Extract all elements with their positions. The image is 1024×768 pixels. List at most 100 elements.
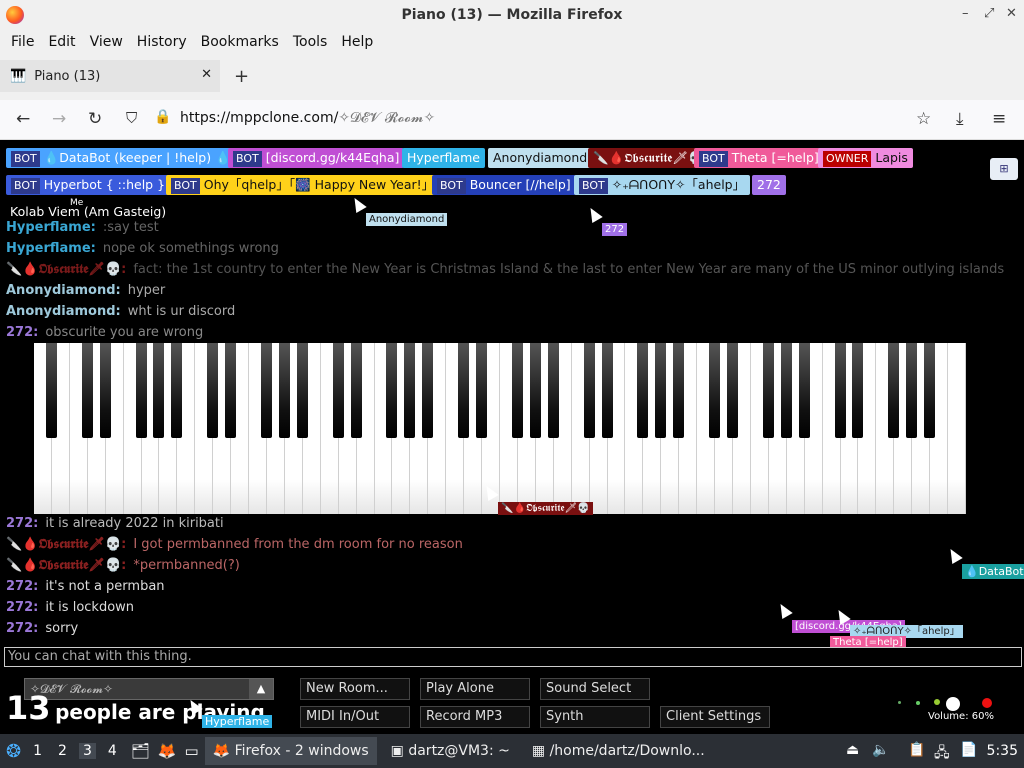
taskbar-files[interactable]: ▦ /home/dartz/Downlo...	[524, 737, 713, 765]
play-alone-button[interactable]: Play Alone	[420, 678, 530, 700]
piano-black-key[interactable]	[278, 343, 290, 438]
taskbar-terminal[interactable]: ▣ dartz@VM3: ~	[383, 737, 518, 765]
piano-black-key[interactable]	[153, 343, 165, 438]
menu-file[interactable]: File	[4, 34, 41, 50]
piano-black-key[interactable]	[709, 343, 721, 438]
piano-black-key[interactable]	[350, 343, 362, 438]
piano-black-key[interactable]	[171, 343, 183, 438]
piano-black-key[interactable]	[655, 343, 667, 438]
workspace-3[interactable]: 3	[78, 743, 96, 759]
record-mp3-button[interactable]: Record MP3	[420, 706, 530, 728]
terminal-launcher-icon[interactable]: ▭	[185, 742, 199, 760]
firefox-launcher-icon[interactable]: 🦊	[158, 742, 177, 760]
notes-icon[interactable]: 📄	[960, 742, 977, 758]
close-window-icon[interactable]: ✕	[1006, 6, 1017, 21]
user-badge[interactable]: BOT Theta [=help]	[694, 148, 824, 168]
menu-edit[interactable]: Edit	[41, 34, 82, 50]
user-badge[interactable]: BOT ✧₊ᗩᑎOᑎY✧「ahelp」	[574, 175, 751, 195]
sound-select-button[interactable]: Sound Select	[540, 678, 650, 700]
file-manager-icon[interactable]: 🗂	[131, 742, 150, 760]
shield-icon[interactable]: ⛉	[126, 109, 137, 127]
forward-icon[interactable]: →	[52, 109, 66, 129]
minimize-icon[interactable]: –	[962, 6, 969, 21]
piano-black-key[interactable]	[906, 343, 918, 438]
piano-black-key[interactable]	[924, 343, 936, 438]
volume-slider[interactable]	[896, 697, 992, 711]
menu-help[interactable]: Help	[334, 34, 380, 50]
chat-text: it is lockdown	[45, 600, 135, 615]
user-badge[interactable]: Anonydiamond	[488, 148, 593, 168]
piano-black-key[interactable]	[135, 343, 147, 438]
piano-black-key[interactable]	[404, 343, 416, 438]
piano-black-key[interactable]	[798, 343, 810, 438]
hamburger-menu-icon[interactable]: ≡	[992, 109, 1006, 129]
piano-black-key[interactable]	[81, 343, 93, 438]
start-menu-icon[interactable]: ❂	[6, 741, 21, 762]
piano-black-key[interactable]	[296, 343, 308, 438]
side-toggle-icon[interactable]: ⊞	[990, 158, 1018, 180]
piano-black-key[interactable]	[852, 343, 864, 438]
user-badge[interactable]: BOT Ohy「qhelp」「🎆 Happy New Year!」	[166, 175, 440, 195]
workspace-2[interactable]: 2	[54, 743, 71, 759]
piano-black-key[interactable]	[762, 343, 774, 438]
user-badge[interactable]: OWNER Lapis	[818, 148, 913, 168]
piano-black-key[interactable]	[45, 343, 57, 438]
menu-bookmarks[interactable]: Bookmarks	[194, 34, 286, 50]
tab-piano[interactable]: 🎹 Piano (13) ✕	[0, 60, 220, 92]
reload-icon[interactable]: ↻	[88, 109, 102, 129]
piano-black-key[interactable]	[225, 343, 237, 438]
piano-black-key[interactable]	[511, 343, 523, 438]
client-settings-button[interactable]: Client Settings	[660, 706, 770, 728]
piano-black-key[interactable]	[780, 343, 792, 438]
workspace-1[interactable]: 1	[29, 743, 46, 759]
piano-black-key[interactable]	[888, 343, 900, 438]
piano-black-key[interactable]	[386, 343, 398, 438]
piano-black-key[interactable]	[458, 343, 470, 438]
user-badge[interactable]: 272	[752, 175, 786, 195]
taskbar-firefox[interactable]: 🦊 Firefox - 2 windows	[204, 737, 377, 765]
bookmark-star-icon[interactable]: ☆	[916, 109, 931, 129]
back-icon[interactable]: ←	[16, 109, 30, 129]
piano-black-key[interactable]	[476, 343, 488, 438]
piano-black-key[interactable]	[727, 343, 738, 438]
piano-black-key[interactable]	[834, 343, 846, 438]
tray-icon[interactable]: ⏏	[846, 742, 859, 758]
user-badge[interactable]: BOT Hyperbot { ::help }	[6, 175, 171, 195]
user-badge[interactable]: 🔪🩸𝕺𝖇𝖘𝖈𝖚𝖗𝖎𝖙𝖊🗡💀	[588, 148, 709, 168]
volume-icon[interactable]: 🔈	[872, 742, 889, 758]
user-badge[interactable]: BOT [discord.gg/k44Eqha]	[228, 148, 405, 168]
piano-black-key[interactable]	[207, 343, 219, 438]
piano-black-key[interactable]	[332, 343, 344, 438]
piano-white-key[interactable]	[948, 343, 966, 514]
chat-input[interactable]: You can chat with this thing.	[4, 647, 1022, 667]
menu-tools[interactable]: Tools	[286, 34, 335, 50]
piano-black-key[interactable]	[583, 343, 595, 438]
piano-black-key[interactable]	[99, 343, 111, 438]
url-bar[interactable]: https://mppclone.com/✧𝓓𝓔𝓥 𝓡𝓸𝓸𝓶✧	[180, 110, 435, 126]
menu-history[interactable]: History	[130, 34, 194, 50]
user-badge[interactable]: Hyperflame	[402, 148, 485, 168]
piano-black-key[interactable]	[529, 343, 541, 438]
piano-black-key[interactable]	[422, 343, 434, 438]
piano-black-key[interactable]	[673, 343, 685, 438]
piano-black-key[interactable]	[261, 343, 272, 438]
new-tab-icon[interactable]: +	[234, 66, 249, 87]
menu-view[interactable]: View	[83, 34, 130, 50]
user-badge[interactable]: BOT 💧DataBot (keeper | !help) 💧	[6, 148, 236, 168]
piano-black-key[interactable]	[547, 343, 559, 438]
download-icon[interactable]: ⤓	[956, 109, 964, 129]
close-tab-icon[interactable]: ✕	[201, 67, 212, 82]
volume-knob[interactable]	[946, 697, 960, 711]
user-badge[interactable]: BOT Bouncer [//help]	[432, 175, 576, 195]
lock-icon[interactable]: 🔒	[154, 109, 171, 125]
piano-black-key[interactable]	[637, 343, 649, 438]
new-room-button[interactable]: New Room...	[300, 678, 410, 700]
piano-keyboard[interactable]	[34, 343, 966, 514]
clipboard-icon[interactable]: 📋	[908, 742, 925, 758]
workspace-4[interactable]: 4	[104, 743, 121, 759]
network-icon[interactable]: 🖧	[934, 742, 950, 766]
piano-black-key[interactable]	[601, 343, 613, 438]
maximize-icon[interactable]: ⤢	[984, 6, 994, 21]
midi-button[interactable]: MIDI In/Out	[300, 706, 410, 728]
synth-button[interactable]: Synth	[540, 706, 650, 728]
